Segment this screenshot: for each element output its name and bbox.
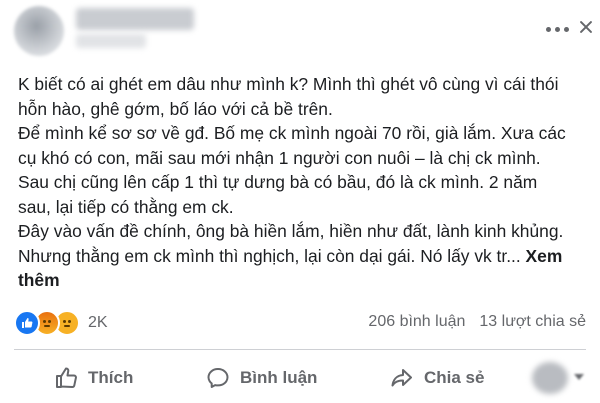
divider [14,349,586,350]
post-meta-blurred [76,34,146,48]
share-icon [391,369,412,387]
comment-count[interactable]: 206 bình luận [368,313,465,331]
like-icon [14,310,40,336]
more-options-icon[interactable] [545,24,569,34]
commenter-avatar-blurred[interactable] [532,362,568,394]
thumbs-up-icon [56,367,77,388]
post-text-line: Sau chị cũng lên cấp 1 thì tự dưng bà có… [18,172,538,192]
post-stats: 206 bình luận 13 lượt chia sẻ [368,313,586,331]
facebook-post: K biết có ai ghét em dâu như mình k? Mìn… [0,0,600,403]
like-button-label: Thích [88,368,134,387]
post-text-line: cụ khó có con, mãi sau mới nhận 1 người … [18,147,541,168]
comment-icon [207,368,229,388]
post-text-line: K biết có ai ghét em dâu như mình k? Mìn… [18,74,559,94]
reaction-count[interactable]: 2K [88,314,108,332]
share-count[interactable]: 13 lượt chia sẻ [479,313,586,331]
share-button[interactable]: Chia sẻ [390,364,484,392]
post-text-line: sau, lại tiếp có thằng em ck. [18,196,234,217]
see-more-link[interactable]: Xem [526,246,563,266]
post-text-line: Đây vào vấn đề chính, ông bà hiền lắm, h… [18,221,564,241]
post-text-line: hỗn hào, ghê gớm, bố láo với cả bề trên. [18,98,333,119]
author-avatar-blurred[interactable] [14,6,64,56]
like-button[interactable]: Thích [54,364,133,392]
post-text-line: Để mình kể sơ sơ về gđ. Bố mẹ ck mình ng… [18,123,566,143]
comment-button-label: Bình luận [240,368,318,387]
reaction-summary[interactable]: 2K [14,310,108,336]
post-text-line-end: Nhưng thằng em ck mình thì nghịch, lại c… [18,245,521,266]
see-more-link-continued[interactable]: thêm [18,270,60,290]
post-text-line: Nhưng thằng em ck mình thì nghịch, lại c… [18,244,588,269]
chevron-down-icon[interactable] [574,374,584,380]
post-text: K biết có ai ghét em dâu như mình k? Mìn… [18,72,588,293]
comment-button[interactable]: Bình luận [206,364,317,392]
close-icon[interactable] [577,18,595,36]
author-name-blurred[interactable] [76,8,194,30]
share-button-label: Chia sẻ [424,368,485,387]
post-text-line: thêm [18,268,588,293]
